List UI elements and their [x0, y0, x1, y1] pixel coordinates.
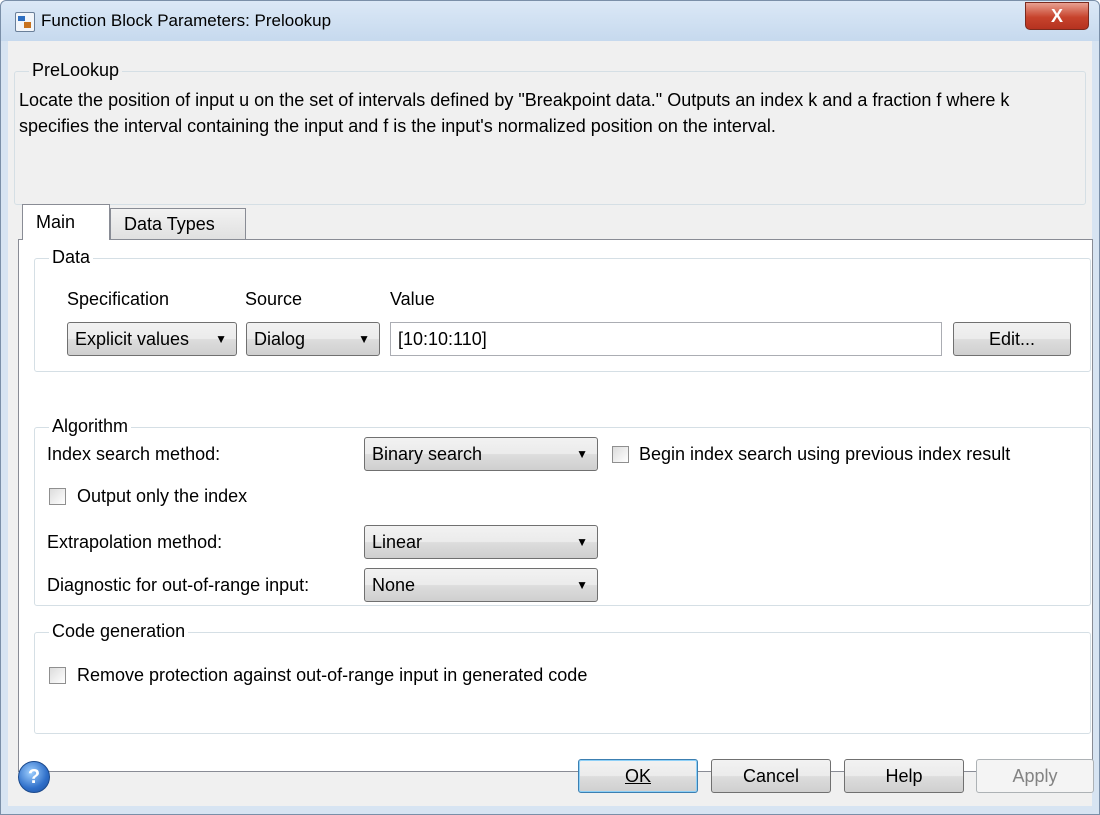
breakpoint-value-text: [10:10:110]	[398, 329, 487, 349]
block-name: PreLookup	[29, 60, 123, 81]
block-description-group: PreLookup Locate the position of input u…	[14, 60, 1086, 205]
output-only-index-label[interactable]: Output only the index	[77, 486, 247, 507]
source-value: Dialog	[254, 329, 306, 349]
begin-index-checkbox[interactable]	[612, 446, 629, 463]
tab-main-label: Main	[36, 212, 76, 232]
edit-button[interactable]: Edit...	[953, 322, 1071, 356]
output-only-index-checkbox[interactable]	[49, 488, 66, 505]
algorithm-group: Algorithm Index search method: Binary se…	[34, 416, 1091, 606]
remove-protection-label[interactable]: Remove protection against out-of-range i…	[77, 665, 587, 686]
ok-button[interactable]: OK	[578, 759, 698, 793]
extrapolation-label: Extrapolation method:	[47, 532, 223, 552]
chevron-down-icon: ▼	[576, 578, 588, 592]
begin-index-label[interactable]: Begin index search using previous index …	[639, 444, 1010, 465]
extrapolation-value: Linear	[372, 532, 423, 552]
chevron-down-icon: ▼	[576, 447, 588, 461]
extrapolation-dropdown[interactable]: Linear ▼	[364, 525, 598, 559]
apply-label: Apply	[1012, 766, 1058, 786]
dialog-window: Function Block Parameters: Prelookup X P…	[0, 0, 1100, 815]
window-title: Function Block Parameters: Prelookup	[41, 11, 332, 30]
code-generation-group: Code generation Remove protection agains…	[34, 621, 1091, 734]
index-search-dropdown[interactable]: Binary search ▼	[364, 437, 598, 471]
diagnostic-label: Diagnostic for out-of-range input:	[47, 575, 310, 595]
specification-value: Explicit values	[75, 329, 190, 349]
cancel-button[interactable]: Cancel	[711, 759, 831, 793]
specification-dropdown[interactable]: Explicit values ▼	[67, 322, 237, 356]
block-description: Locate the position of input u on the se…	[19, 90, 1010, 136]
specification-header: Specification	[67, 289, 170, 309]
source-header: Source	[245, 289, 303, 309]
apply-button[interactable]: Apply	[976, 759, 1094, 793]
data-group: Data Specification Source Value Explicit…	[34, 247, 1091, 372]
simulink-app-icon	[15, 12, 35, 32]
index-search-value: Binary search	[372, 444, 483, 464]
tab-main[interactable]: Main	[22, 204, 110, 240]
code-generation-group-title: Code generation	[49, 621, 189, 642]
value-header: Value	[390, 289, 435, 309]
algorithm-group-title: Algorithm	[49, 416, 132, 437]
help-button[interactable]: Help	[844, 759, 964, 793]
title-bar[interactable]: Function Block Parameters: Prelookup X	[1, 1, 1099, 41]
diagnostic-value: None	[372, 575, 416, 595]
ok-label: OK	[624, 766, 651, 786]
index-search-label: Index search method:	[47, 444, 221, 464]
dialog-body: PreLookup Locate the position of input u…	[8, 41, 1093, 806]
chevron-down-icon: ▼	[358, 332, 370, 346]
help-label: Help	[885, 766, 923, 786]
close-button[interactable]: X	[1025, 2, 1089, 30]
tab-data-types[interactable]: Data Types	[110, 208, 246, 240]
chevron-down-icon: ▼	[215, 332, 227, 346]
data-group-title: Data	[49, 247, 94, 268]
cancel-label: Cancel	[742, 766, 800, 786]
chevron-down-icon: ▼	[576, 535, 588, 549]
breakpoint-value-input[interactable]: [10:10:110]	[390, 322, 942, 356]
source-dropdown[interactable]: Dialog ▼	[246, 322, 380, 356]
question-icon[interactable]: ?	[18, 761, 50, 793]
remove-protection-checkbox[interactable]	[49, 667, 66, 684]
tab-panel-main: Data Specification Source Value Explicit…	[18, 239, 1093, 772]
tab-data-types-label: Data Types	[124, 214, 215, 234]
diagnostic-dropdown[interactable]: None ▼	[364, 568, 598, 602]
